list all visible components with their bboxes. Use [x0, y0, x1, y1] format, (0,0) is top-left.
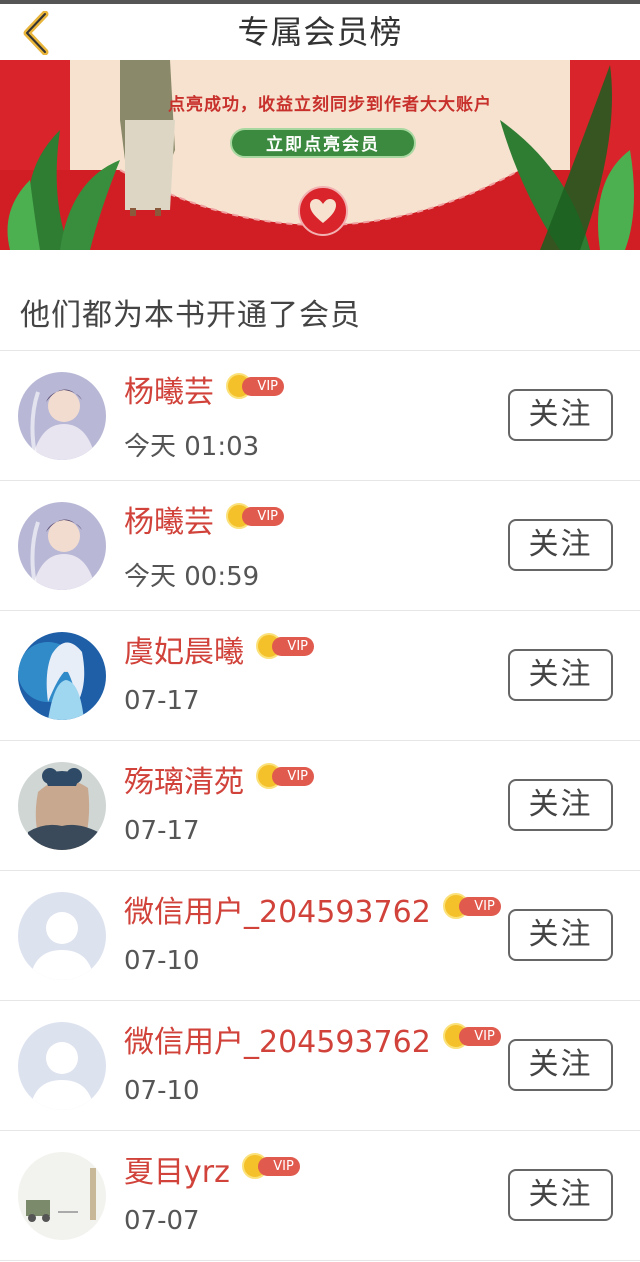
member-name[interactable]: 夏目yrz: [124, 1153, 230, 1193]
banner-subtitle: 点亮成功，收益立刻同步到作者大大账户: [168, 95, 492, 115]
list-item: 夏目yrz VIP 07-07 关注: [0, 1131, 640, 1261]
list-item: 微信用户_204593762 VIP 07-10 关注: [0, 1001, 640, 1131]
member-name[interactable]: 杨曦芸: [124, 373, 214, 413]
follow-button[interactable]: 关注: [508, 1169, 613, 1221]
avatar[interactable]: [18, 1022, 106, 1110]
avatar[interactable]: [18, 1152, 106, 1240]
avatar[interactable]: [18, 502, 106, 590]
default-user-icon: [18, 1022, 106, 1110]
vip-label: VIP: [242, 377, 284, 396]
avatar[interactable]: [18, 762, 106, 850]
vip-badge: VIP: [226, 373, 284, 399]
member-list: 杨曦芸 VIP 今天 01:03 关注 杨曦芸 VIP 今天 00:59 关注 …: [0, 351, 640, 1261]
follow-button[interactable]: 关注: [508, 1039, 613, 1091]
section-title: 他们都为本书开通了会员: [20, 298, 361, 333]
vip-badge: VIP: [226, 503, 284, 529]
follow-button[interactable]: 关注: [508, 909, 613, 961]
list-item: 杨曦芸 VIP 今天 01:03 关注: [0, 351, 640, 481]
default-user-icon: [18, 892, 106, 980]
avatar[interactable]: [18, 632, 106, 720]
list-item: 虞妃晨曦 VIP 07-17 关注: [0, 611, 640, 741]
vip-badge: VIP: [241, 1153, 300, 1179]
page-title: 专属会员榜: [237, 13, 403, 51]
member-name[interactable]: 微信用户_204593762: [124, 893, 431, 933]
name-line: 杨曦芸 VIP: [124, 503, 284, 543]
name-line: 杨曦芸 VIP: [124, 373, 284, 413]
heart-seal-icon: [298, 186, 348, 236]
vip-badge: VIP: [256, 763, 314, 789]
member-time: 今天 01:03: [124, 432, 260, 462]
avatar[interactable]: [18, 372, 106, 460]
member-name[interactable]: 殇璃清苑: [124, 763, 244, 803]
follow-button[interactable]: 关注: [508, 779, 613, 831]
member-time: 今天 00:59: [124, 562, 260, 592]
vip-label: VIP: [242, 507, 284, 526]
vip-badge: VIP: [256, 633, 314, 659]
name-line: 夏目yrz VIP: [124, 1153, 300, 1193]
member-name[interactable]: 杨曦芸: [124, 503, 214, 543]
vip-badge: VIP: [442, 1023, 501, 1049]
list-item: 杨曦芸 VIP 今天 00:59 关注: [0, 481, 640, 611]
member-time: 07-10: [124, 946, 200, 976]
member-name[interactable]: 微信用户_204593762: [124, 1023, 431, 1063]
vip-label: VIP: [272, 767, 314, 786]
member-time: 07-17: [124, 816, 200, 846]
header-bar: 专属会员榜: [0, 4, 640, 60]
member-time: 07-07: [124, 1206, 200, 1236]
avatar[interactable]: [18, 892, 106, 980]
member-name[interactable]: 虞妃晨曦: [124, 633, 244, 673]
follow-button[interactable]: 关注: [508, 389, 613, 441]
light-up-membership-button[interactable]: 立即点亮会员: [230, 128, 416, 158]
membership-banner[interactable]: 点亮成功，收益立刻同步到作者大大账户 立即点亮会员: [0, 60, 640, 250]
member-time: 07-10: [124, 1076, 200, 1106]
vip-label: VIP: [272, 637, 314, 656]
member-time: 07-17: [124, 686, 200, 716]
follow-button[interactable]: 关注: [508, 519, 613, 571]
vip-label: VIP: [257, 1157, 300, 1176]
name-line: 虞妃晨曦 VIP: [124, 633, 314, 673]
name-line: 殇璃清苑 VIP: [124, 763, 314, 803]
follow-button[interactable]: 关注: [508, 649, 613, 701]
list-item: 微信用户_204593762 VIP 07-10 关注: [0, 871, 640, 1001]
vip-label: VIP: [458, 897, 501, 916]
vip-badge: VIP: [442, 893, 501, 919]
name-line: 微信用户_204593762 VIP: [124, 1023, 501, 1063]
list-item: 殇璃清苑 VIP 07-17 关注: [0, 741, 640, 871]
vip-label: VIP: [458, 1027, 501, 1046]
name-line: 微信用户_204593762 VIP: [124, 893, 501, 933]
